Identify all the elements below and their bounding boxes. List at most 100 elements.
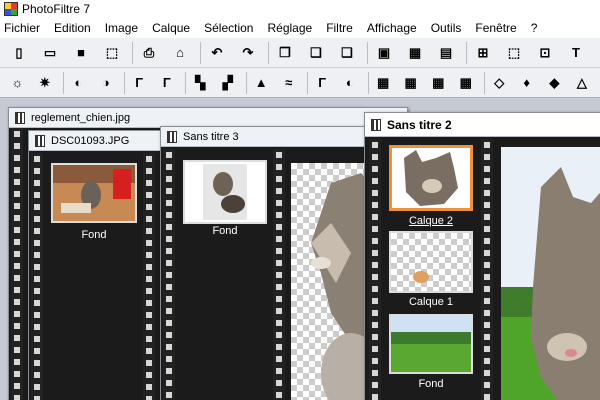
scan-icon[interactable]: ⌂ <box>169 42 191 64</box>
menu-reglage[interactable]: Réglage <box>267 21 312 35</box>
auto-contrast-icon[interactable]: ◐ <box>340 72 359 94</box>
menu-filtre[interactable]: Filtre <box>326 21 353 35</box>
color-grid-icon[interactable]: ▦ <box>374 72 393 94</box>
toolbar-separator <box>268 41 269 64</box>
menu-outils[interactable]: Outils <box>431 21 462 35</box>
layer-label-calque-1: Calque 1 <box>408 296 454 308</box>
meadow-thumbnail <box>391 316 471 372</box>
menu-help[interactable]: ? <box>531 21 538 35</box>
menu-edition[interactable]: Edition <box>54 21 91 35</box>
drop-blur-icon[interactable]: ◆ <box>545 72 564 94</box>
layer-thumbnail-fond[interactable] <box>183 160 267 224</box>
film-strip-right <box>481 139 493 400</box>
open-folder-icon[interactable]: ▭ <box>39 42 61 64</box>
saturation-minus-icon[interactable]: ▞ <box>218 72 237 94</box>
color-grid-4-icon[interactable]: ▦ <box>457 72 476 94</box>
window-sans-titre-3[interactable]: Sans titre 3 Fond <box>160 126 381 400</box>
photo-thumbnail-image <box>53 165 135 221</box>
toolbar-separator <box>185 71 186 94</box>
toolbar-separator <box>200 41 201 64</box>
contrast-minus-icon[interactable]: ◑ <box>97 72 116 94</box>
layer-label-calque-2: Calque 2 <box>408 215 454 227</box>
window-titlebar[interactable]: Sans titre 3 <box>161 127 379 147</box>
toolbar-separator <box>124 71 125 94</box>
saturation-plus-icon[interactable]: ▚ <box>191 72 210 94</box>
toolbar-separator <box>63 71 64 94</box>
menu-selection[interactable]: Sélection <box>204 21 253 35</box>
undo-icon[interactable]: ↶ <box>206 42 228 64</box>
document-icon <box>167 130 177 143</box>
text-icon[interactable]: T <box>565 42 587 64</box>
fit-image-icon[interactable]: ⊞ <box>472 42 494 64</box>
drop-icon[interactable]: ♦ <box>517 72 536 94</box>
menu-fenetre[interactable]: Fenêtre <box>475 21 516 35</box>
window-titlebar[interactable]: Sans titre 2 <box>365 113 600 137</box>
gradient-icon[interactable]: ▣ <box>373 42 395 64</box>
toolbar-separator <box>367 71 369 94</box>
document-icon <box>35 134 45 147</box>
menu-calque[interactable]: Calque <box>152 21 190 35</box>
new-file-icon[interactable]: ▯ <box>8 42 30 64</box>
color-grid-2-icon[interactable]: ▦ <box>401 72 420 94</box>
brightness-minus-icon[interactable]: ✷ <box>36 72 55 94</box>
film-strip-left <box>163 149 175 400</box>
toolbar-separator <box>246 71 247 94</box>
menu-affichage[interactable]: Affichage <box>367 21 417 35</box>
window-dsc01093[interactable]: DSC01093.JPG Fond <box>28 130 168 400</box>
toolbar-separator <box>367 41 368 64</box>
select-all-icon[interactable]: ⬚ <box>503 42 525 64</box>
gamma-minus-icon[interactable]: Γ <box>158 72 177 94</box>
image-canvas[interactable] <box>501 147 600 400</box>
document-area: reglement_chien.jpg DSC01093.JPG Fond Sa… <box>0 99 600 400</box>
film-strip-left <box>11 128 23 400</box>
window-titlebar[interactable]: reglement_chien.jpg <box>9 108 407 128</box>
layer-thumbnail-fond[interactable] <box>389 314 473 374</box>
copy-icon[interactable]: ❐ <box>274 42 296 64</box>
layer-thumbnail-fond[interactable] <box>51 163 137 223</box>
toolbar-separator <box>307 71 308 94</box>
window-titlebar[interactable]: DSC01093.JPG <box>29 131 167 151</box>
toolbar-separator <box>484 71 485 94</box>
film-strip-left <box>31 153 43 400</box>
window-title: Sans titre 3 <box>183 130 239 143</box>
redo-icon[interactable]: ↷ <box>237 42 259 64</box>
film-strip-left <box>369 139 381 400</box>
window-title: Sans titre 2 <box>387 117 452 132</box>
menu-image[interactable]: Image <box>105 21 138 35</box>
color-grid-3-icon[interactable]: ▦ <box>429 72 448 94</box>
curves-icon[interactable]: ≈ <box>279 72 298 94</box>
contrast-plus-icon[interactable]: ◐ <box>69 72 88 94</box>
import-icon[interactable]: ⬚ <box>101 42 123 64</box>
cat-cutout-thumbnail <box>185 162 265 222</box>
cat-head-thumbnail <box>392 148 470 208</box>
menu-fichier[interactable]: Fichier <box>4 21 40 35</box>
title-bar: PhotoFiltre 7 <box>0 0 600 18</box>
toolbar-separator <box>466 41 467 64</box>
film-strip-right <box>143 153 155 400</box>
layer-label-fond: Fond <box>418 378 444 390</box>
document-icon <box>15 111 25 124</box>
copy-image-icon[interactable]: ▤ <box>435 42 457 64</box>
crop-icon[interactable]: ⊡ <box>534 42 556 64</box>
app-title: PhotoFiltre 7 <box>22 2 91 16</box>
layer-label-fond: Fond <box>81 229 107 241</box>
auto-levels-icon[interactable]: Γ <box>313 72 332 94</box>
gamma-plus-icon[interactable]: Γ <box>130 72 149 94</box>
sharpen-icon[interactable]: △ <box>573 72 592 94</box>
paste-new-icon[interactable]: ❑ <box>336 42 358 64</box>
adjust-toolbar: ☼ ✷ ◐ ◑ Γ Γ ▚ ▞ ▲ ≈ Γ ◐ ▦ ▦ ▦ ▦ ◇ ♦ ◆ △ <box>0 68 600 98</box>
layer-transparency-icon[interactable]: ▦ <box>404 42 426 64</box>
layer-label-fond: Fond <box>212 225 238 237</box>
layer-thumbnail-calque-1[interactable] <box>389 231 473 293</box>
layer-thumbnail-calque-2[interactable] <box>389 145 473 211</box>
cat-on-meadow-image <box>501 147 600 400</box>
window-sans-titre-2[interactable]: Sans titre 2 Calque 2 Calque 1 Fond <box>364 112 600 400</box>
film-strip-right <box>273 149 285 400</box>
brightness-plus-icon[interactable]: ☼ <box>8 72 27 94</box>
save-icon[interactable]: ■ <box>70 42 92 64</box>
document-icon <box>371 118 381 131</box>
print-icon[interactable]: ⎙ <box>138 42 160 64</box>
drop-white-icon[interactable]: ◇ <box>490 72 509 94</box>
levels-icon[interactable]: ▲ <box>252 72 271 94</box>
paste-icon[interactable]: ❏ <box>305 42 327 64</box>
